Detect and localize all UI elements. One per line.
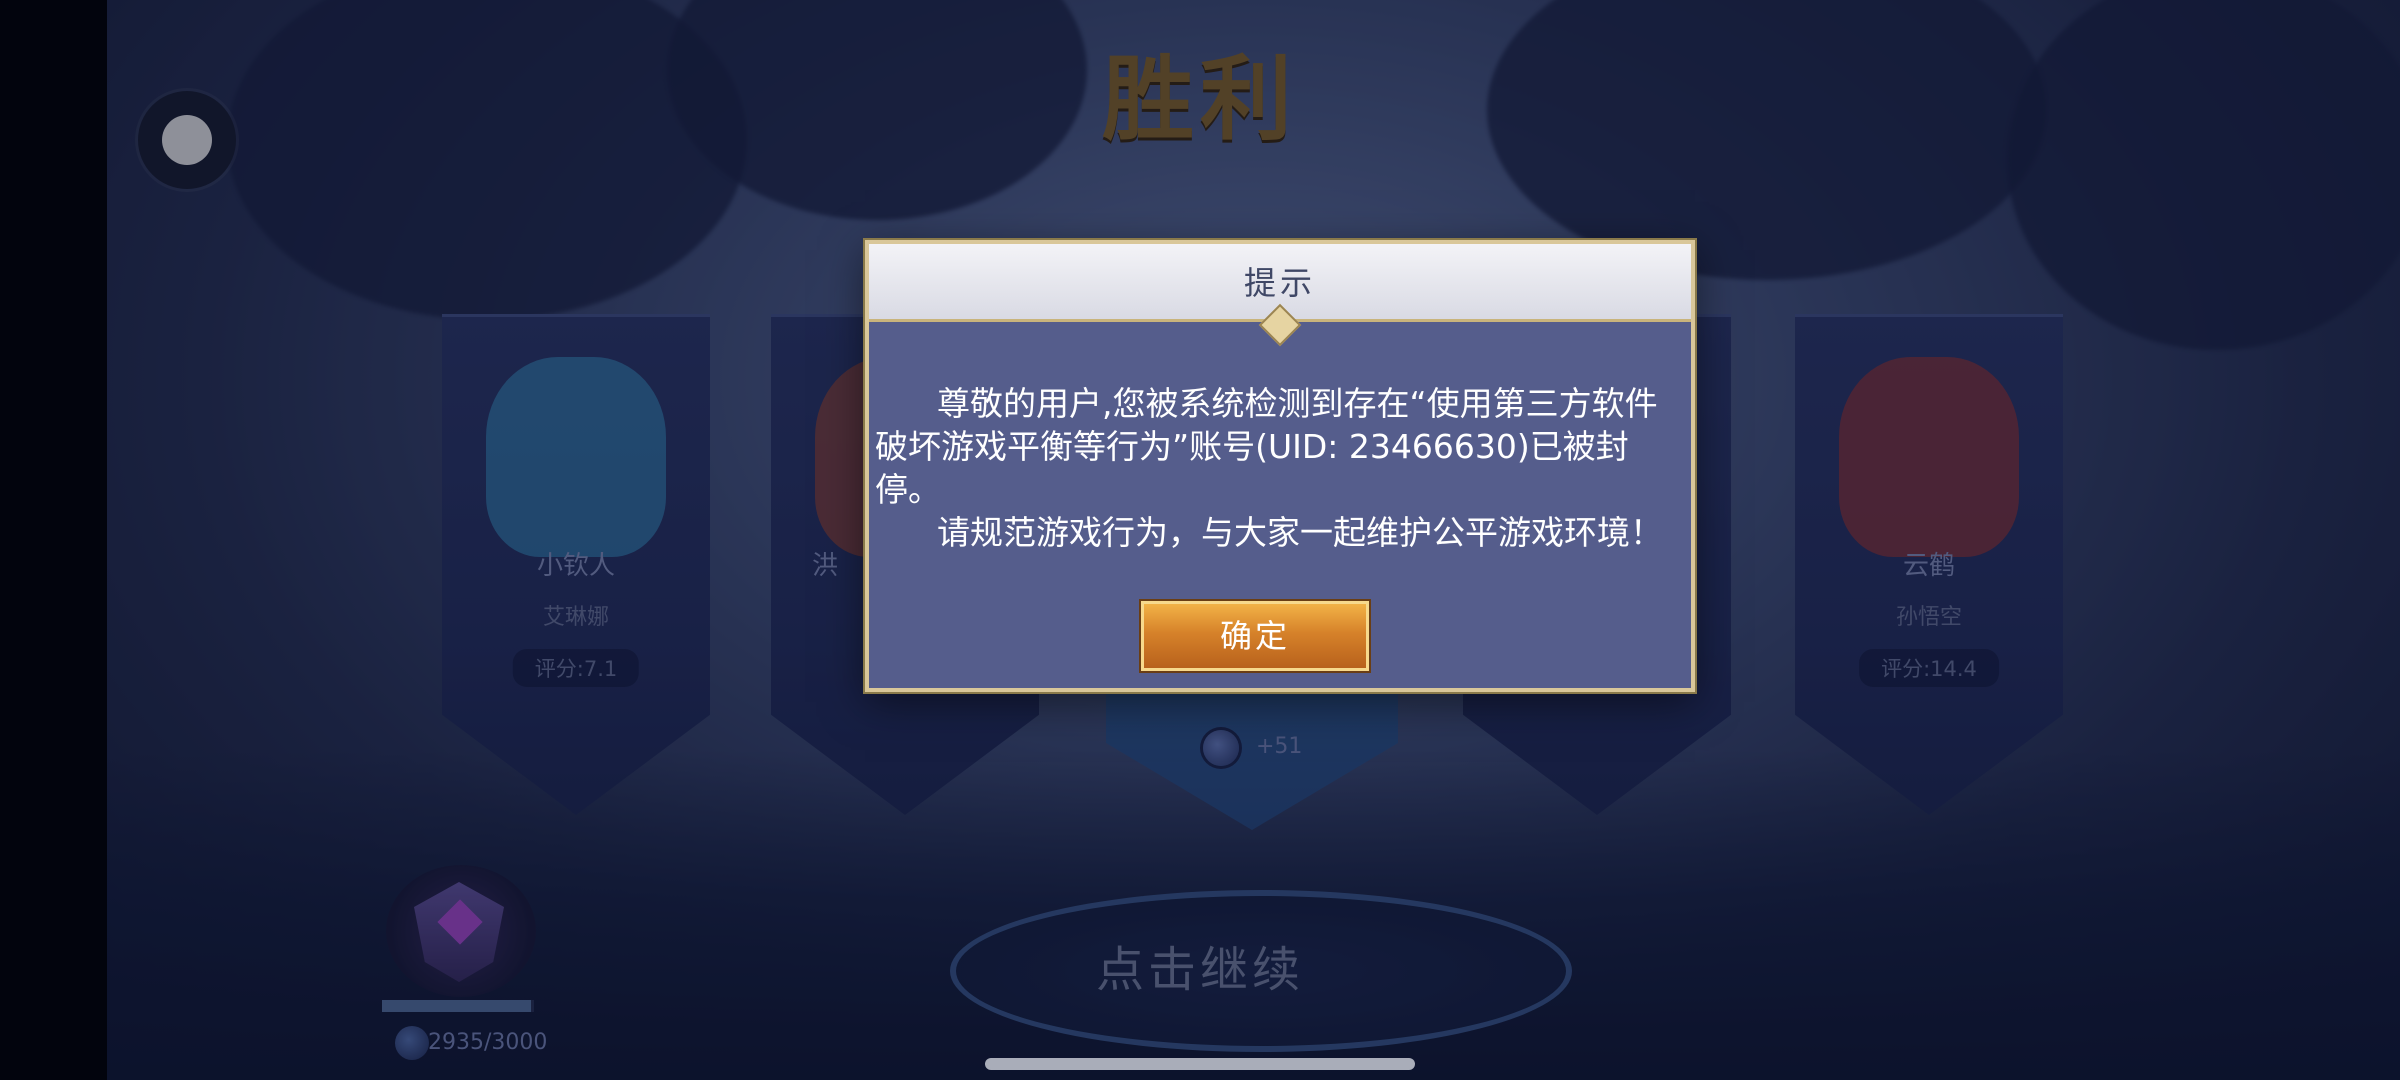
- dialog-header: 提示: [869, 244, 1691, 347]
- dialog-message: 尊敬的用户,您被系统检测到存在“使用第三方软件破坏游戏平衡等行为”账号(UID:…: [875, 382, 1681, 554]
- confirm-button[interactable]: 确定: [1141, 601, 1369, 671]
- fair-play-notice: 请规范游戏行为，与大家一起维护公平游戏环境！: [937, 513, 1663, 552]
- home-indicator[interactable]: [985, 1058, 1415, 1070]
- ban-notice-dialog: 提示 尊敬的用户,您被系统检测到存在“使用第三方软件破坏游戏平衡等行为”账号(U…: [865, 240, 1695, 692]
- dialog-title: 提示: [1243, 264, 1316, 302]
- ban-message: 尊敬的用户,您被系统检测到存在“使用第三方软件破坏游戏平衡等行为”账号(UID:…: [875, 384, 1658, 509]
- ornament-icon: [1258, 303, 1302, 347]
